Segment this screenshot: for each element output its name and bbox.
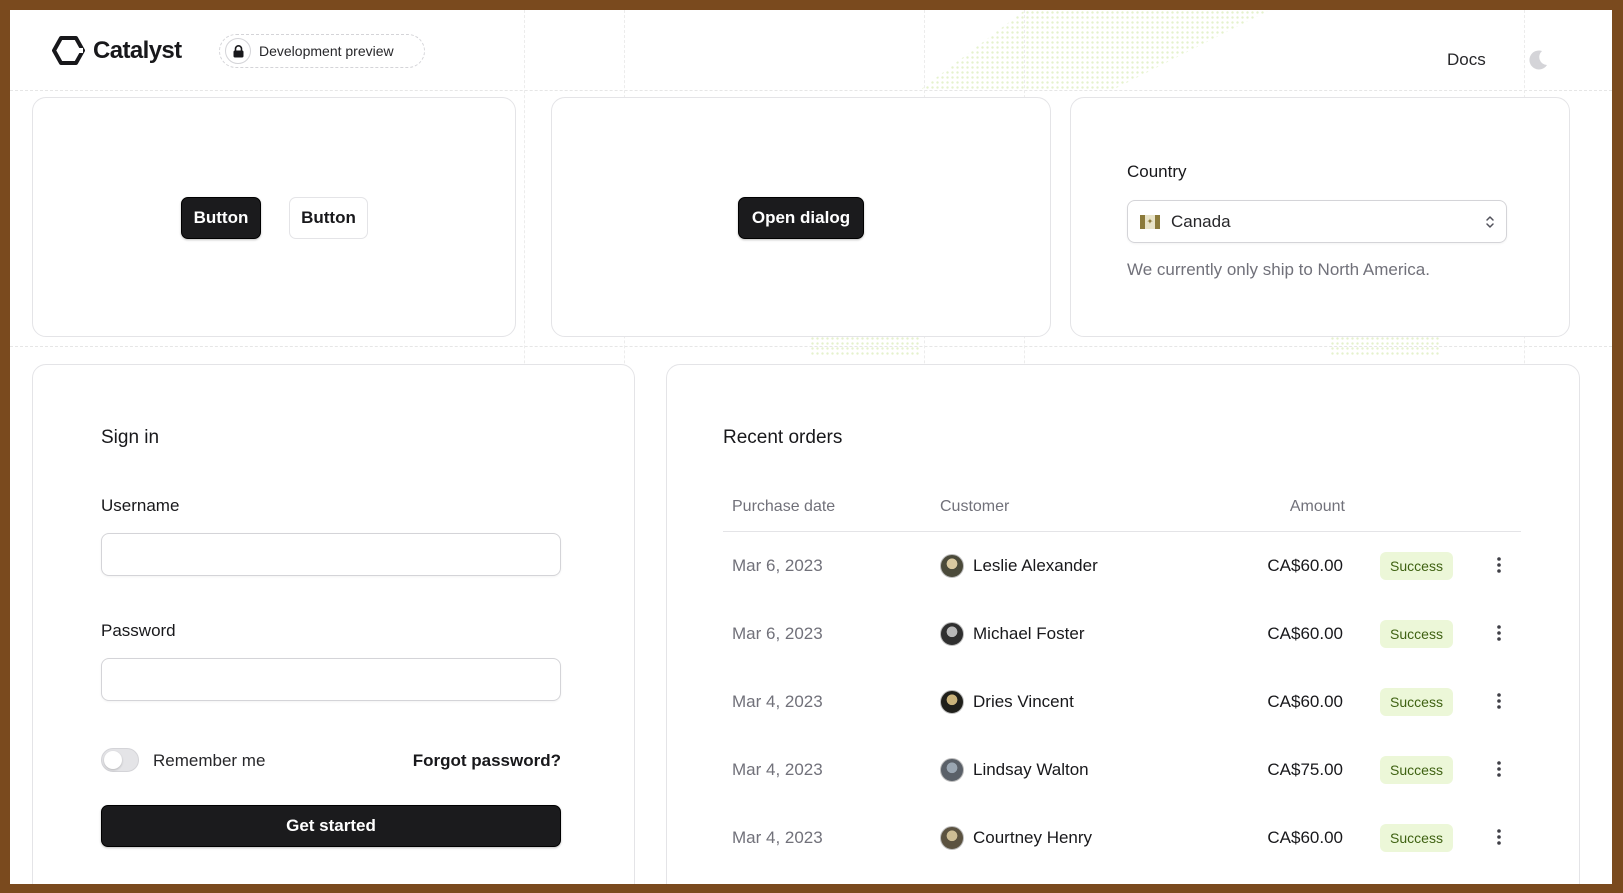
- password-label: Password: [101, 621, 176, 640]
- sign-in-title: Sign in: [101, 427, 160, 448]
- status-badge: Success: [1380, 620, 1453, 648]
- guide-line: [10, 90, 1612, 91]
- more-vertical-icon[interactable]: [1496, 760, 1502, 778]
- badge-label: Development preview: [259, 43, 394, 59]
- purchase-date: Mar 4, 2023: [732, 760, 823, 779]
- more-vertical-icon[interactable]: [1496, 692, 1502, 710]
- dialog-card: Open dialog: [551, 97, 1051, 337]
- purchase-date: Mar 4, 2023: [732, 828, 823, 847]
- customer-name: Lindsay Walton: [973, 760, 1089, 779]
- country-label: Country: [1127, 162, 1187, 181]
- country-select[interactable]: ✦ Canada: [1127, 200, 1507, 243]
- status-badge: Success: [1380, 552, 1453, 580]
- avatar-icon: [940, 826, 964, 850]
- more-vertical-icon[interactable]: [1496, 556, 1502, 574]
- purchase-date: Mar 6, 2023: [732, 624, 823, 643]
- development-preview-badge: Development preview: [219, 34, 425, 68]
- forgot-password-link[interactable]: Forgot password?: [413, 751, 561, 771]
- order-amount: CA$60.00: [1267, 828, 1343, 847]
- country-card: Country ✦ Canada We currently only ship …: [1070, 97, 1570, 337]
- customer-name: Courtney Henry: [973, 828, 1093, 847]
- password-input[interactable]: [101, 658, 561, 701]
- purchase-date: Mar 6, 2023: [732, 556, 823, 575]
- username-label: Username: [101, 496, 180, 515]
- more-vertical-icon[interactable]: [1496, 624, 1502, 642]
- remember-me-label: Remember me: [153, 751, 266, 770]
- buttons-card: Button Button: [32, 97, 516, 337]
- sign-in-card: Sign in Username Password Remember me Fo…: [32, 364, 635, 884]
- customer-name: Michael Foster: [973, 624, 1085, 643]
- status-badge: Success: [1380, 688, 1453, 716]
- table-row[interactable]: Mar 4, 2023 Courtney Henry CA$60.00 Succ…: [723, 804, 1521, 872]
- recent-orders-title: Recent orders: [723, 427, 843, 448]
- username-input[interactable]: [101, 533, 561, 576]
- more-vertical-icon[interactable]: [1496, 828, 1502, 846]
- decorative-pattern: [1330, 336, 1440, 356]
- recent-orders-card: Recent orders Purchase date Customer Amo…: [666, 364, 1580, 884]
- remember-me-toggle[interactable]: [101, 748, 139, 772]
- moon-icon[interactable]: [1527, 49, 1549, 71]
- customer-name: Dries Vincent: [973, 692, 1074, 711]
- secondary-button[interactable]: Button: [289, 197, 368, 239]
- table-row[interactable]: Mar 4, 2023 Dries Vincent CA$60.00 Succe…: [723, 668, 1521, 736]
- order-amount: CA$60.00: [1267, 692, 1343, 711]
- primary-button[interactable]: Button: [181, 197, 261, 239]
- avatar-icon: [940, 554, 964, 578]
- order-amount: CA$75.00: [1267, 760, 1343, 779]
- customer-name: Leslie Alexander: [973, 556, 1098, 575]
- table-row[interactable]: Mar 6, 2023 Leslie Alexander CA$60.00 Su…: [723, 532, 1521, 600]
- status-badge: Success: [1380, 756, 1453, 784]
- page-frame: Catalyst Development preview Docs Button…: [10, 10, 1612, 884]
- brand-logo[interactable]: Catalyst: [52, 36, 182, 65]
- canada-flag-icon: ✦: [1140, 214, 1160, 229]
- chevron-up-down-icon: [1486, 216, 1494, 228]
- catalyst-logo-icon: [52, 36, 85, 65]
- order-amount: CA$60.00: [1267, 556, 1343, 575]
- decorative-pattern: [920, 10, 1270, 90]
- table-row[interactable]: Mar 6, 2023 Michael Foster CA$60.00 Succ…: [723, 600, 1521, 668]
- column-header-amount[interactable]: Amount: [1290, 498, 1345, 516]
- avatar-icon: [940, 690, 964, 714]
- order-amount: CA$60.00: [1267, 624, 1343, 643]
- status-badge: Success: [1380, 824, 1453, 852]
- get-started-button[interactable]: Get started: [101, 805, 561, 847]
- column-header-customer[interactable]: Customer: [940, 498, 1009, 516]
- country-selected-value: Canada: [1171, 211, 1231, 231]
- column-header-purchase-date[interactable]: Purchase date: [732, 498, 835, 516]
- brand-name: Catalyst: [93, 36, 182, 64]
- docs-link[interactable]: Docs: [1447, 50, 1486, 70]
- open-dialog-button[interactable]: Open dialog: [738, 197, 864, 239]
- country-help-text: We currently only ship to North America.: [1127, 260, 1430, 279]
- lock-icon: [225, 38, 251, 64]
- avatar-icon: [940, 622, 964, 646]
- avatar-icon: [940, 758, 964, 782]
- purchase-date: Mar 4, 2023: [732, 692, 823, 711]
- decorative-pattern: [810, 336, 920, 356]
- table-row[interactable]: Mar 4, 2023 Lindsay Walton CA$75.00 Succ…: [723, 736, 1521, 804]
